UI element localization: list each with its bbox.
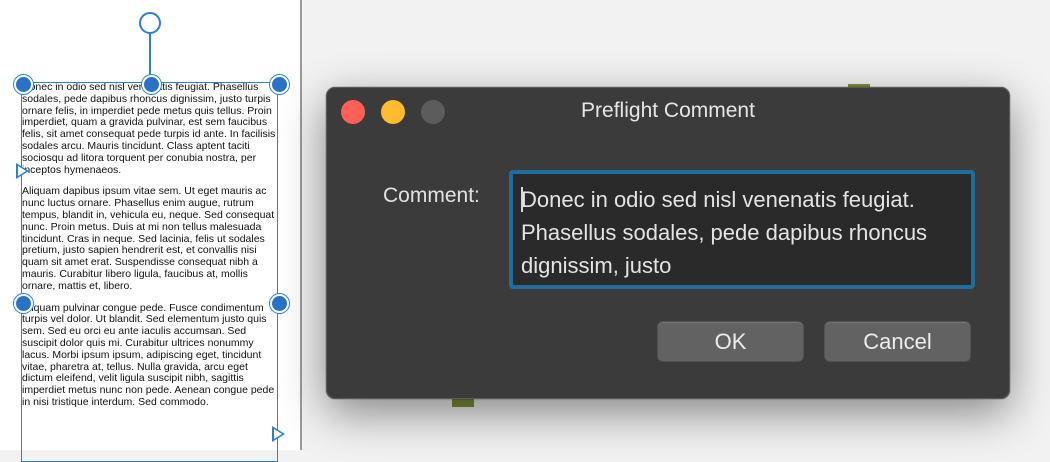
- background-object: [452, 399, 474, 407]
- resize-handle-icon[interactable]: [14, 75, 33, 94]
- text-port-icon[interactable]: [272, 426, 285, 442]
- text-frame-selection[interactable]: [21, 82, 278, 462]
- document-page: Donec in odio sed nisl venenatis feugiat…: [0, 0, 300, 462]
- rotation-handle-icon[interactable]: [139, 12, 161, 34]
- text-port-icon[interactable]: [16, 163, 29, 179]
- dialog-title: Preflight Comment: [581, 99, 755, 122]
- comment-field[interactable]: Donec in odio sed nisl venenatis feugiat…: [509, 170, 975, 289]
- resize-handle-icon[interactable]: [142, 75, 161, 94]
- resize-handle-icon[interactable]: [270, 294, 289, 313]
- text-caret: [521, 187, 523, 212]
- cancel-button[interactable]: Cancel: [824, 321, 971, 362]
- preflight-comment-dialog: Preflight Comment Comment: Donec in odio…: [326, 87, 1010, 399]
- comment-label: Comment:: [383, 184, 480, 207]
- comment-text: Donec in odio sed nisl venenatis feugiat…: [521, 187, 928, 278]
- resize-handle-icon[interactable]: [14, 294, 33, 313]
- dialog-titlebar[interactable]: Preflight Comment: [327, 88, 1009, 132]
- ok-button[interactable]: OK: [657, 321, 804, 362]
- page-edge-divider: [300, 0, 302, 450]
- resize-handle-icon[interactable]: [270, 75, 289, 94]
